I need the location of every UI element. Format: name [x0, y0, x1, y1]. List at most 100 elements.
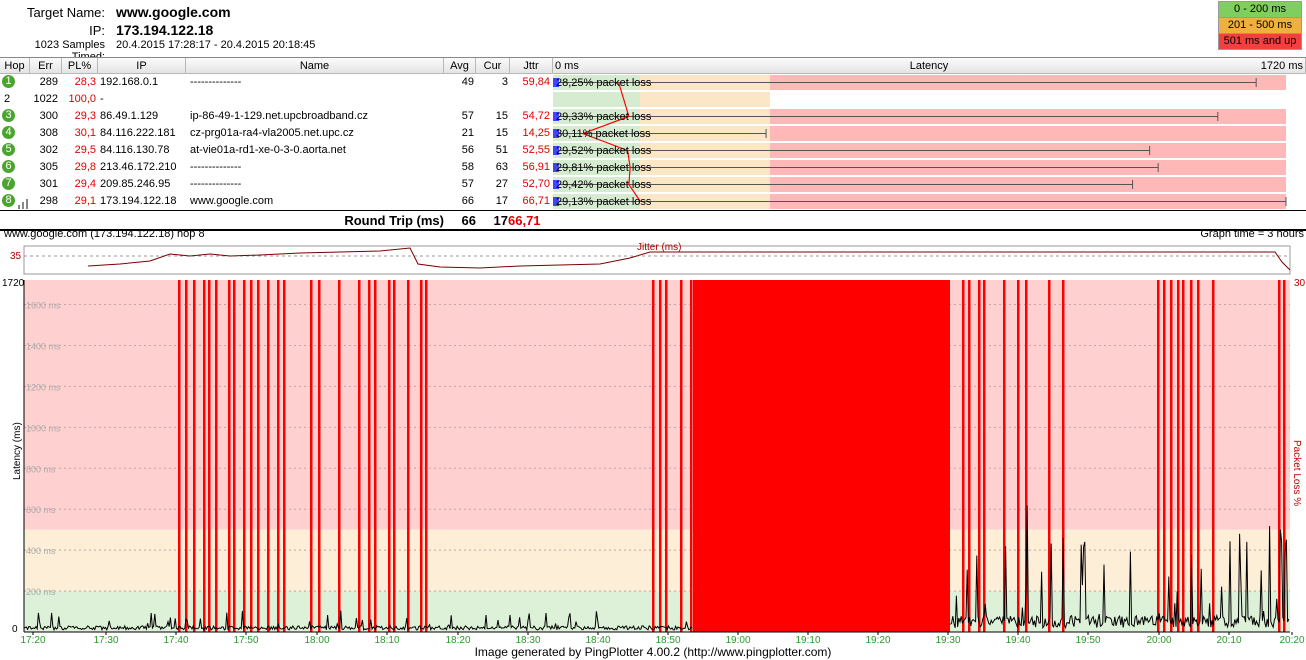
- hop-avg: 56: [461, 144, 474, 156]
- hop-err: 305: [39, 161, 58, 173]
- hop-name: ip-86-49-1-129.net.upcbroadband.cz: [190, 110, 368, 122]
- col-latency-header[interactable]: 0 ms Latency 1720 ms: [553, 58, 1306, 74]
- hop-jttr: 66,71: [522, 195, 550, 207]
- hop-number: 3: [2, 109, 15, 122]
- hop-row[interactable]: 6 305 29,8 213.46.172.210 -------------- 58 63…: [0, 159, 553, 176]
- hop-latency-bar: [553, 160, 1286, 175]
- col-ip-header[interactable]: IP: [98, 58, 186, 74]
- hop-jttr: 52,55: [522, 144, 550, 156]
- col-avg-header[interactable]: Avg: [444, 58, 476, 74]
- hop-row[interactable]: 4 308 30,1 84.116.222.181 cz-prg01a-ra4-vla2…: [0, 125, 553, 142]
- hop-ip: -: [100, 93, 104, 105]
- hop-latency-bar: [553, 126, 1286, 141]
- target-name-value: www.google.com: [116, 4, 231, 20]
- hop-avg: 66: [461, 195, 474, 207]
- hop-err: 298: [39, 195, 58, 207]
- hop-ip: 213.46.172.210: [100, 161, 177, 173]
- hop-cur: 3: [501, 76, 508, 88]
- y-tick-label: 600 ms: [26, 505, 56, 515]
- hop-err: 300: [39, 110, 58, 122]
- hop-latency-bar: [553, 143, 1286, 158]
- packet-loss-label: 29,81% packet loss: [556, 162, 652, 174]
- round-trip-label: Round Trip (ms): [344, 213, 444, 228]
- latency-scale-min: 0 ms: [555, 60, 579, 72]
- col-hop-header[interactable]: Hop: [0, 58, 30, 74]
- hop-table: Hop Err PL% IP Name Avg Cur Jttr 0 ms La…: [0, 57, 1306, 231]
- hop-row[interactable]: 7 301 29,4 209.85.246.95 -------------- 57 27 5…: [0, 176, 553, 193]
- hop-pl: 100,0: [68, 93, 96, 105]
- round-trip-avg: 66: [461, 213, 476, 228]
- round-trip-jttr: 66,71: [508, 213, 541, 228]
- hop-cur: 15: [495, 110, 508, 122]
- hop-number: 7: [2, 177, 15, 190]
- hop-pl: 30,1: [74, 127, 96, 139]
- hop-pl: 29,4: [74, 178, 96, 190]
- hop-name: --------------: [190, 76, 242, 88]
- packet-loss-label: 30,11% packet loss: [556, 128, 651, 140]
- hop-number: 4: [2, 126, 15, 139]
- hop-number: 1: [2, 75, 15, 88]
- target-ip-value: 173.194.122.18: [116, 22, 214, 38]
- bar-chart-icon[interactable]: [18, 198, 30, 209]
- y-axis-label: Latency (ms): [12, 422, 23, 480]
- col-name-header[interactable]: Name: [186, 58, 444, 74]
- hop-row[interactable]: 2 1022 100,0-: [0, 91, 553, 108]
- latency-scale-max: 1720 ms: [1260, 60, 1303, 72]
- hop-jttr: 56,91: [522, 161, 550, 173]
- outage-block: [693, 280, 950, 632]
- hop-row[interactable]: 5 302 29,5 84.116.130.78 at-vie01a-rd1-xe-0-…: [0, 142, 553, 159]
- legend-good: 0 - 200 ms: [1218, 1, 1302, 18]
- hop-latency-bar: [553, 92, 770, 107]
- hop-pl: 29,1: [74, 195, 96, 207]
- latency-history-chart[interactable]: 35 Jitter (ms) 200 ms 400 ms 600 ms 800 ms 100…: [0, 240, 1306, 658]
- packet-loss-label: 29,52% packet loss: [556, 145, 652, 157]
- latency-header-label: Latency: [909, 60, 949, 72]
- hop-number: 2: [4, 93, 11, 105]
- jitter-tick: 35: [10, 251, 22, 262]
- hop-cur: 51: [495, 144, 508, 156]
- latency-bars: 28,25% packet loss 29,33% packet loss 30,1…: [553, 74, 1306, 210]
- hop-name: --------------: [190, 161, 242, 173]
- hop-row[interactable]: 1 289 28,3 192.168.0.1 -------------- 49 3 59,8…: [0, 74, 553, 91]
- hop-cur: 17: [495, 195, 508, 207]
- graph-time-label[interactable]: Graph time = 3 hours: [1200, 228, 1304, 240]
- hop-latency-bar: [553, 109, 1286, 124]
- col-err-header[interactable]: Err: [30, 58, 62, 74]
- hop-latency-bar: [553, 75, 1286, 90]
- hop-pl: 29,5: [74, 144, 96, 156]
- hop-name: cz-prg01a-ra4-vla2005.net.upc.cz: [190, 127, 354, 139]
- hop-pl: 29,3: [74, 110, 96, 122]
- col-cur-header[interactable]: Cur: [476, 58, 510, 74]
- hop-ip: 84.116.222.181: [100, 127, 176, 139]
- hop-name: www.google.com: [190, 195, 274, 207]
- hop-row[interactable]: 8 298 29,1 173.194.122.18 www.google.com 66 17…: [0, 193, 553, 210]
- hop-ip: 209.85.246.95: [100, 178, 171, 190]
- hop-jttr: 54,72: [522, 110, 550, 122]
- y-tick-label: 200 ms: [26, 587, 56, 597]
- jitter-label: Jitter (ms): [637, 242, 681, 253]
- col-pl-header[interactable]: PL%: [62, 58, 98, 74]
- col-jttr-header[interactable]: Jttr: [510, 58, 553, 74]
- loss-axis-label: Packet Loss %: [1291, 440, 1302, 506]
- y-tick-label: 800 ms: [26, 464, 56, 474]
- hop-name: --------------: [190, 178, 242, 190]
- hop-avg: 57: [461, 178, 474, 190]
- hop-name: at-vie01a-rd1-xe-0-3-0.aorta.net: [190, 144, 346, 156]
- hop-row[interactable]: 3 300 29,3 86.49.1.129 ip-86-49-1-129.net.up…: [0, 108, 553, 125]
- round-trip-cur: 17: [493, 213, 508, 228]
- hop-ip: 192.168.0.1: [100, 76, 159, 88]
- hop-number: 5: [2, 143, 15, 156]
- target-ip-label: IP:: [89, 23, 105, 38]
- hop-err: 308: [39, 127, 58, 139]
- y-max-label: 1720: [2, 278, 25, 289]
- graph-title: www.google.com (173.194.122.18) hop 8: [4, 228, 205, 240]
- packet-loss-label: 29,42% packet loss: [556, 179, 652, 191]
- footer-credit: Image generated by PingPlotter 4.00.2 (h…: [474, 645, 832, 659]
- latency-mini-graph: 28,25% packet loss 29,33% packet loss 30,1…: [553, 75, 1287, 209]
- time-graph: www.google.com (173.194.122.18) hop 8 Gr…: [0, 228, 1306, 660]
- y-tick-label: 1600 ms: [26, 301, 61, 311]
- packet-loss-label: 29,33% packet loss: [556, 111, 652, 123]
- hop-number: 8: [2, 194, 15, 207]
- y-tick-label: 1400 ms: [26, 341, 61, 351]
- y-tick-label: 1200 ms: [26, 382, 61, 392]
